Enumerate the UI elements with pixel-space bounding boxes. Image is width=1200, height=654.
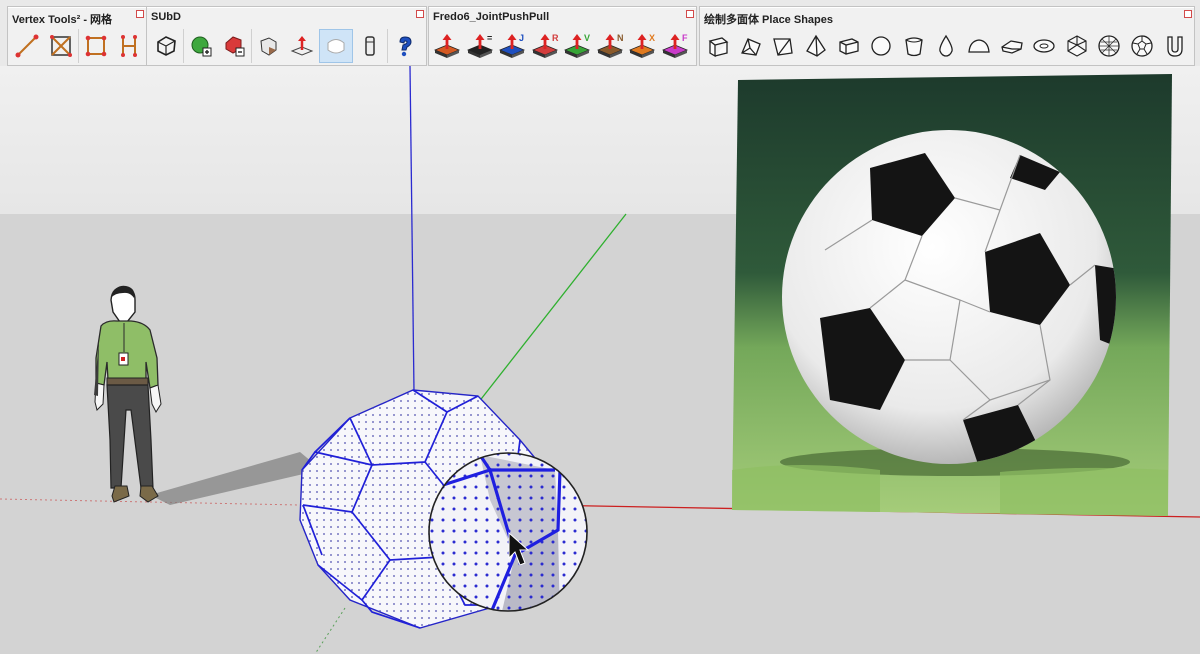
person-shadow [150, 452, 312, 505]
blue-axis [409, 65, 415, 393]
green-axis [477, 213, 627, 404]
reference-photo-soccer-ball[interactable] [732, 74, 1172, 516]
green-axis-negative [314, 607, 346, 654]
scale-figure[interactable] [94, 285, 162, 503]
model-viewport[interactable] [0, 0, 1200, 654]
